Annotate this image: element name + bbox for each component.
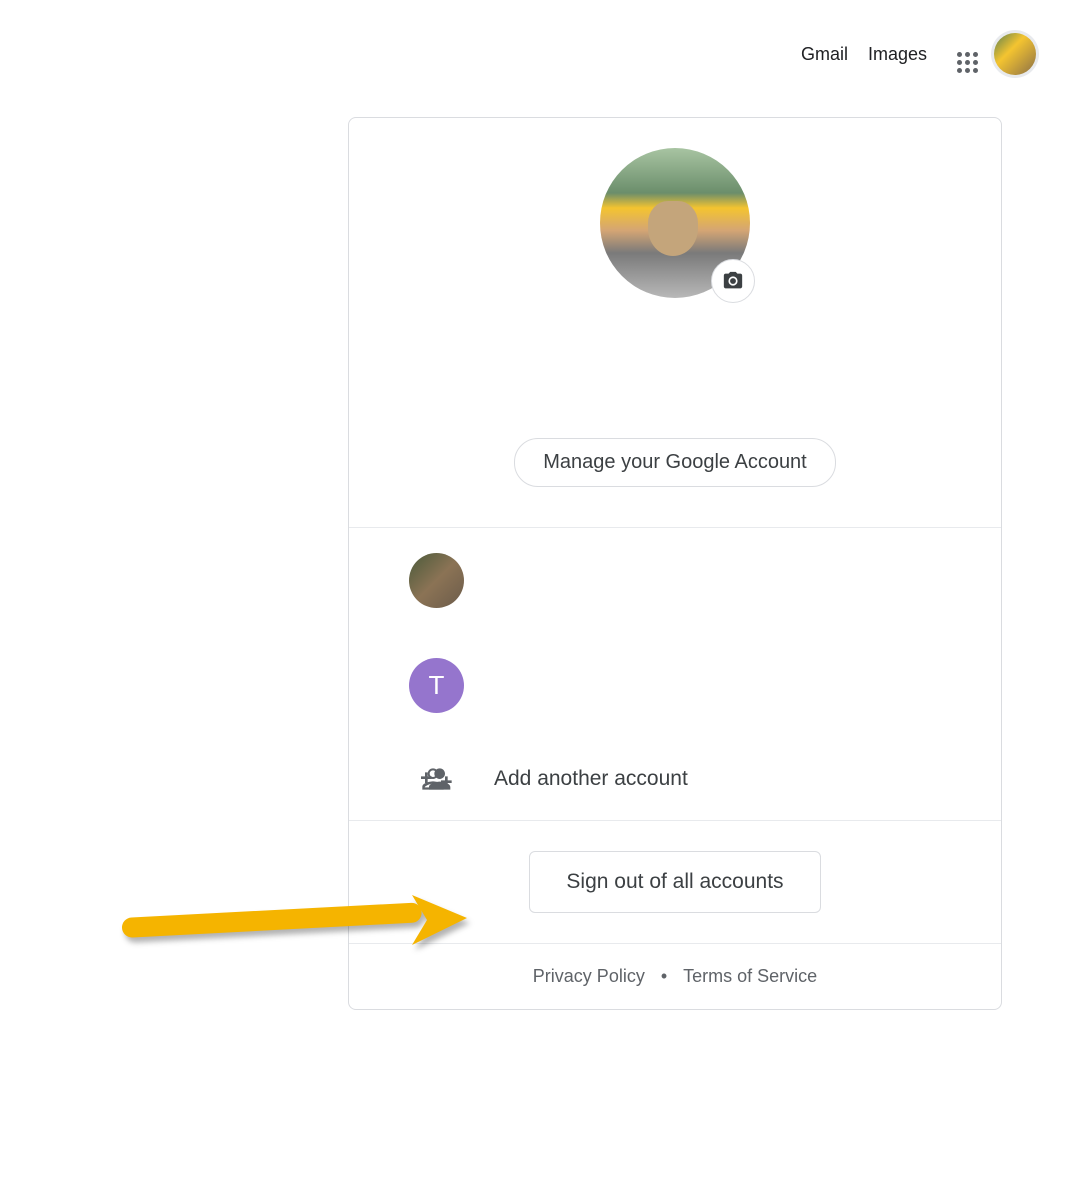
privacy-policy-link[interactable]: Privacy Policy — [533, 966, 645, 987]
account-avatar: T — [409, 658, 464, 713]
separator-dot: • — [661, 966, 667, 987]
add-account-row[interactable]: Add another account — [349, 738, 1001, 820]
account-menu-card: Manage your Google Account T Add another… — [348, 117, 1002, 1010]
camera-icon — [722, 270, 744, 292]
account-row[interactable] — [349, 528, 1001, 633]
manage-account-button[interactable]: Manage your Google Account — [514, 438, 836, 487]
header-nav: Gmail Images — [801, 30, 1039, 78]
account-card-top: Manage your Google Account — [349, 118, 1001, 528]
person-add-icon — [421, 763, 453, 795]
terms-of-service-link[interactable]: Terms of Service — [683, 966, 817, 987]
change-photo-button[interactable] — [711, 259, 755, 303]
annotation-arrow — [112, 890, 472, 970]
add-account-label: Add another account — [494, 767, 688, 791]
account-avatar — [409, 553, 464, 608]
header-avatar[interactable] — [991, 30, 1039, 78]
add-account-icon-wrap — [409, 763, 464, 795]
main-avatar-wrap — [600, 148, 750, 298]
account-row[interactable]: T — [349, 633, 1001, 738]
accounts-list: T Add another account — [349, 528, 1001, 821]
images-link[interactable]: Images — [868, 44, 927, 65]
gmail-link[interactable]: Gmail — [801, 44, 848, 65]
google-apps-icon[interactable] — [947, 42, 971, 66]
signout-all-button[interactable]: Sign out of all accounts — [529, 851, 820, 913]
